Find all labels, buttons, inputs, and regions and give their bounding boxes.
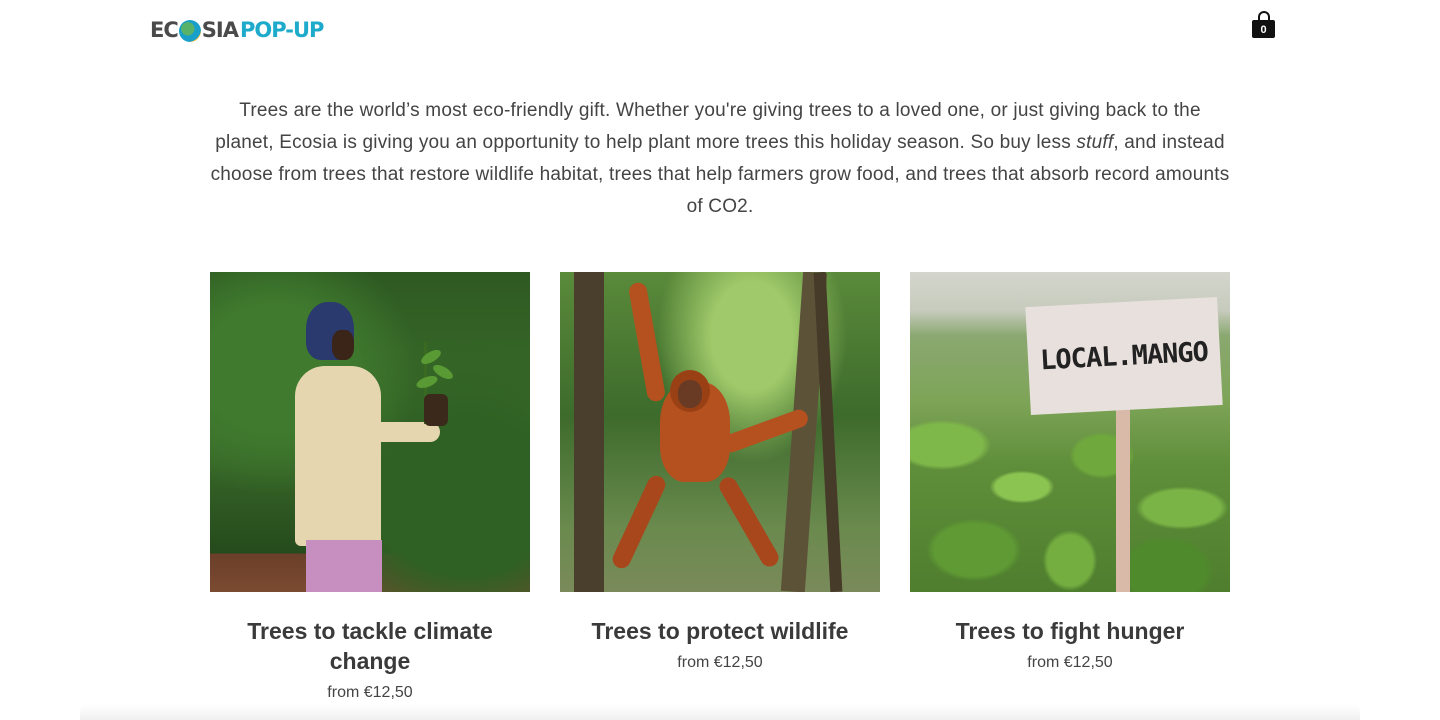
product-card-hunger[interactable]: LOCAL.MANGO Trees to fight hunger from €… bbox=[910, 272, 1230, 702]
product-title[interactable]: Trees to protect wildlife bbox=[570, 616, 870, 646]
product-price: from €12,50 bbox=[677, 654, 763, 671]
mango-sign: LOCAL.MANGO bbox=[1025, 297, 1223, 415]
mango-seedlings-photo[interactable]: LOCAL.MANGO bbox=[910, 272, 1230, 592]
cart-count: 0 bbox=[1252, 20, 1275, 38]
logo-text-popup: POP-UP bbox=[239, 18, 324, 42]
bottom-shadow bbox=[80, 704, 1360, 720]
product-price: from €12,50 bbox=[1027, 654, 1113, 671]
product-grid: Trees to tackle climate change from €12,… bbox=[210, 272, 1230, 702]
intro-text: Trees are the world’s most eco-friendly … bbox=[210, 95, 1230, 223]
product-card-wildlife[interactable]: Trees to protect wildlife from €12,50 bbox=[560, 272, 880, 702]
intro-text-part1: Trees are the world’s most eco-friendly … bbox=[215, 100, 1201, 153]
product-title[interactable]: Trees to fight hunger bbox=[920, 616, 1220, 646]
product-card-climate[interactable]: Trees to tackle climate change from €12,… bbox=[210, 272, 530, 702]
logo-text-ec: EC bbox=[150, 18, 179, 42]
cart-button[interactable]: 0 bbox=[1252, 11, 1276, 39]
logo-text-sia: SIA bbox=[201, 18, 239, 42]
ecosia-popup-logo[interactable]: EC SIA POP-UP bbox=[150, 10, 324, 50]
woman-with-seedling-photo[interactable] bbox=[210, 272, 530, 592]
product-title[interactable]: Trees to tackle climate change bbox=[220, 616, 520, 676]
product-price: from €12,50 bbox=[327, 684, 413, 701]
globe-icon bbox=[178, 20, 201, 42]
intro-text-emphasis: stuff bbox=[1076, 132, 1114, 153]
orangutan-photo[interactable] bbox=[560, 272, 880, 592]
